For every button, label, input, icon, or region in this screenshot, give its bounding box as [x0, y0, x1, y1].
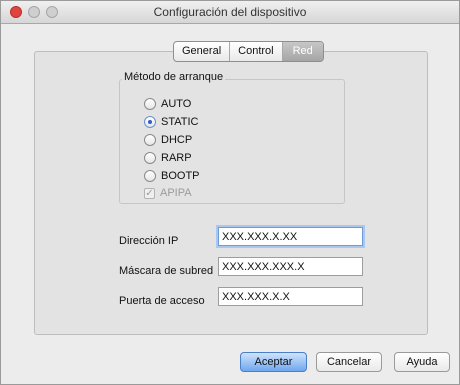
help-button[interactable]: Ayuda: [394, 352, 450, 372]
radio-button-icon[interactable]: [144, 170, 156, 182]
radio-option-bootp[interactable]: BOOTP: [144, 169, 200, 183]
radio-button-icon[interactable]: [144, 152, 156, 164]
subnet-mask-field[interactable]: [218, 257, 363, 276]
radio-label: STATIC: [161, 116, 199, 128]
gateway-field[interactable]: [218, 287, 363, 306]
radio-button-selected-icon[interactable]: [144, 116, 156, 128]
accept-button[interactable]: Aceptar: [240, 352, 307, 372]
boot-method-title: Método de arranque: [122, 71, 226, 83]
window-title: Configuración del dispositivo: [153, 5, 307, 19]
radio-button-icon[interactable]: [144, 134, 156, 146]
ip-address-label: Dirección IP: [119, 235, 179, 247]
cancel-button[interactable]: Cancelar: [316, 352, 382, 372]
radio-option-dhcp[interactable]: DHCP: [144, 133, 192, 147]
radio-label: AUTO: [161, 98, 192, 110]
tab-general[interactable]: General: [174, 42, 231, 61]
radio-label: DHCP: [161, 134, 193, 146]
tab-control[interactable]: Control: [230, 42, 283, 61]
device-settings-window: Configuración del dispositivo General Co…: [0, 0, 460, 385]
tab-network[interactable]: Red: [282, 42, 323, 61]
apipa-label: APIPA: [160, 187, 192, 199]
ip-address-field[interactable]: [218, 227, 363, 246]
subnet-mask-label: Máscara de subred: [119, 265, 214, 277]
radio-option-auto[interactable]: AUTO: [144, 97, 191, 111]
gateway-label: Puerta de acceso: [119, 295, 205, 307]
radio-label: RARP: [161, 152, 192, 164]
tab-bar: General Control Red: [173, 41, 324, 62]
radio-button-icon[interactable]: [144, 98, 156, 110]
radio-label: BOOTP: [161, 170, 200, 182]
title-bar[interactable]: Configuración del dispositivo: [1, 1, 459, 24]
radio-option-rarp[interactable]: RARP: [144, 151, 192, 165]
apipa-checkbox-row: ✓ APIPA: [144, 186, 192, 200]
radio-option-static[interactable]: STATIC: [144, 115, 198, 129]
checkmark-icon: ✓: [144, 187, 155, 199]
